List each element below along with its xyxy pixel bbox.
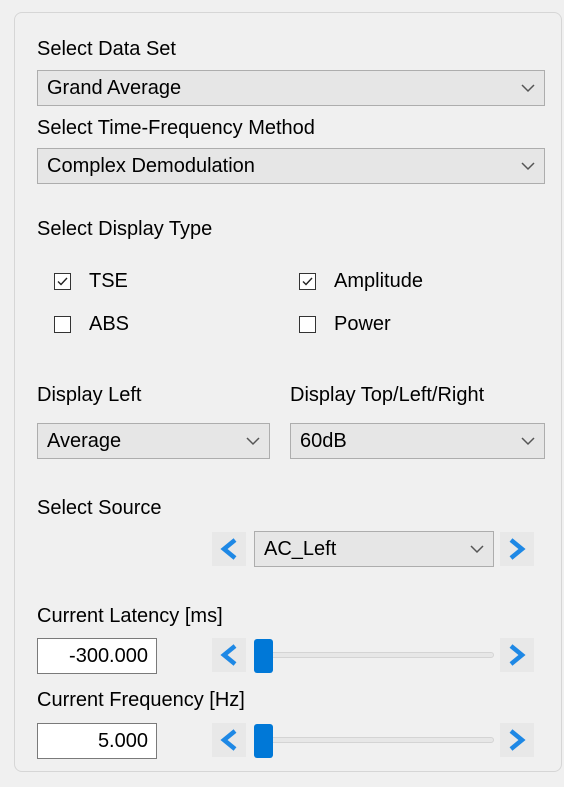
chevron-down-icon	[521, 84, 535, 93]
slider-track[interactable]	[254, 737, 494, 743]
display-left-value: Average	[47, 430, 122, 452]
tf-method-dropdown[interactable]: Complex Demodulation	[37, 148, 545, 184]
source-prev-button[interactable]	[212, 532, 246, 566]
frequency-next-button[interactable]	[500, 723, 534, 757]
checkbox-abs[interactable]: ABS	[54, 312, 129, 336]
source-dropdown[interactable]: AC_Left	[254, 531, 494, 567]
slider-track[interactable]	[254, 652, 494, 658]
source-value: AC_Left	[264, 538, 337, 560]
chevron-down-icon	[246, 437, 260, 446]
checkbox-label: Power	[334, 313, 391, 335]
display-type-label: Select Display Type	[37, 218, 213, 240]
latency-next-button[interactable]	[500, 638, 534, 672]
frequency-prev-button[interactable]	[212, 723, 246, 757]
display-top-dropdown[interactable]: 60dB	[290, 423, 545, 459]
slider-thumb[interactable]	[254, 639, 273, 673]
display-top-value: 60dB	[300, 430, 347, 452]
display-left-dropdown[interactable]: Average	[37, 423, 270, 459]
latency-label: Current Latency [ms]	[37, 605, 223, 627]
frequency-slider[interactable]	[254, 724, 494, 758]
chevron-left-icon	[220, 729, 237, 751]
latency-input[interactable]: -300.000	[37, 638, 157, 674]
data-set-label: Select Data Set	[37, 38, 176, 60]
chevron-left-icon	[220, 644, 237, 666]
data-set-dropdown[interactable]: Grand Average	[37, 70, 545, 106]
checkbox-box[interactable]	[54, 315, 71, 333]
chevron-right-icon	[509, 538, 526, 560]
chevron-left-icon	[220, 538, 237, 560]
checkbox-box[interactable]	[54, 272, 71, 290]
tf-method-label: Select Time-Frequency Method	[37, 117, 315, 139]
chevron-down-icon	[521, 437, 535, 446]
checkbox-label: TSE	[89, 270, 128, 292]
select-source-label: Select Source	[37, 497, 162, 519]
source-next-button[interactable]	[500, 532, 534, 566]
data-set-value: Grand Average	[47, 77, 182, 99]
checkbox-tse[interactable]: TSE	[54, 269, 128, 293]
checkbox-box[interactable]	[299, 272, 316, 290]
checkbox-power[interactable]: Power	[299, 312, 391, 336]
checkmark-icon	[302, 277, 313, 286]
checkbox-box[interactable]	[299, 315, 316, 333]
display-left-label: Display Left	[37, 384, 142, 406]
latency-slider[interactable]	[254, 639, 494, 673]
display-top-label: Display Top/Left/Right	[290, 384, 485, 406]
checkbox-label: Amplitude	[334, 270, 423, 292]
chevron-right-icon	[509, 729, 526, 751]
latency-prev-button[interactable]	[212, 638, 246, 672]
tf-method-value: Complex Demodulation	[47, 155, 255, 177]
checkbox-label: ABS	[89, 313, 130, 335]
checkbox-amplitude[interactable]: Amplitude	[299, 269, 423, 293]
frequency-input[interactable]: 5.000	[37, 723, 157, 759]
chevron-down-icon	[521, 162, 535, 171]
slider-thumb[interactable]	[254, 724, 273, 758]
chevron-right-icon	[509, 644, 526, 666]
frequency-label: Current Frequency [Hz]	[37, 689, 245, 711]
chevron-down-icon	[470, 545, 484, 554]
checkmark-icon	[57, 277, 68, 286]
